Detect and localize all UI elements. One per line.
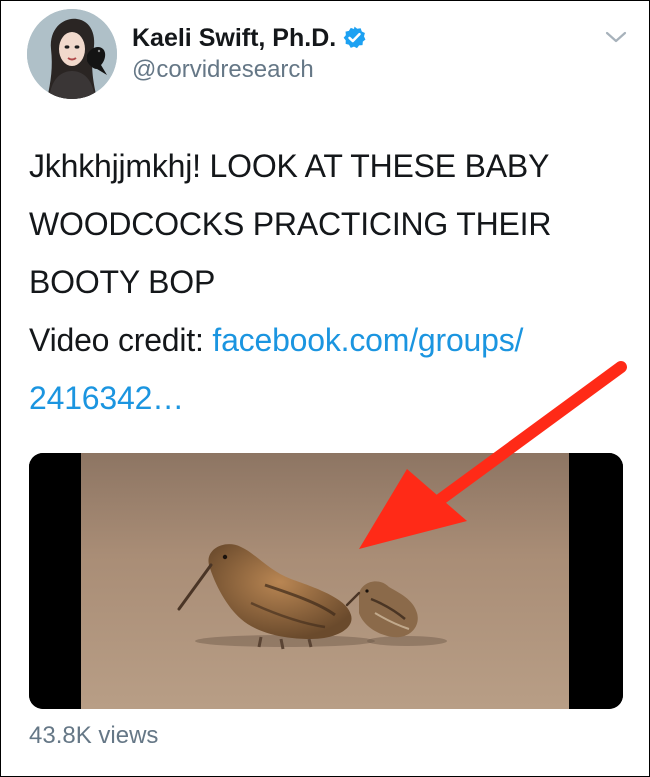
chevron-down-icon[interactable] (605, 29, 627, 45)
verified-badge-icon (343, 26, 366, 49)
user-handle[interactable]: @corvidresearch (132, 55, 314, 85)
red-arrow-icon (359, 361, 627, 549)
avatar-illustration (27, 9, 117, 99)
view-count: 43.8K views (29, 722, 159, 749)
credit-label: Video credit: (29, 322, 213, 358)
tweet-text: Jkhkhjjmkhj! LOOK AT THESE BABY WOODCOCK… (29, 148, 552, 300)
display-name-text: Kaeli Swift, Ph.D. (132, 24, 337, 52)
display-name[interactable]: Kaeli Swift, Ph.D. (132, 23, 367, 53)
avatar[interactable] (27, 9, 117, 99)
tweet-card: Kaeli Swift, Ph.D. @corvidresearch Jkhkh… (0, 0, 650, 777)
